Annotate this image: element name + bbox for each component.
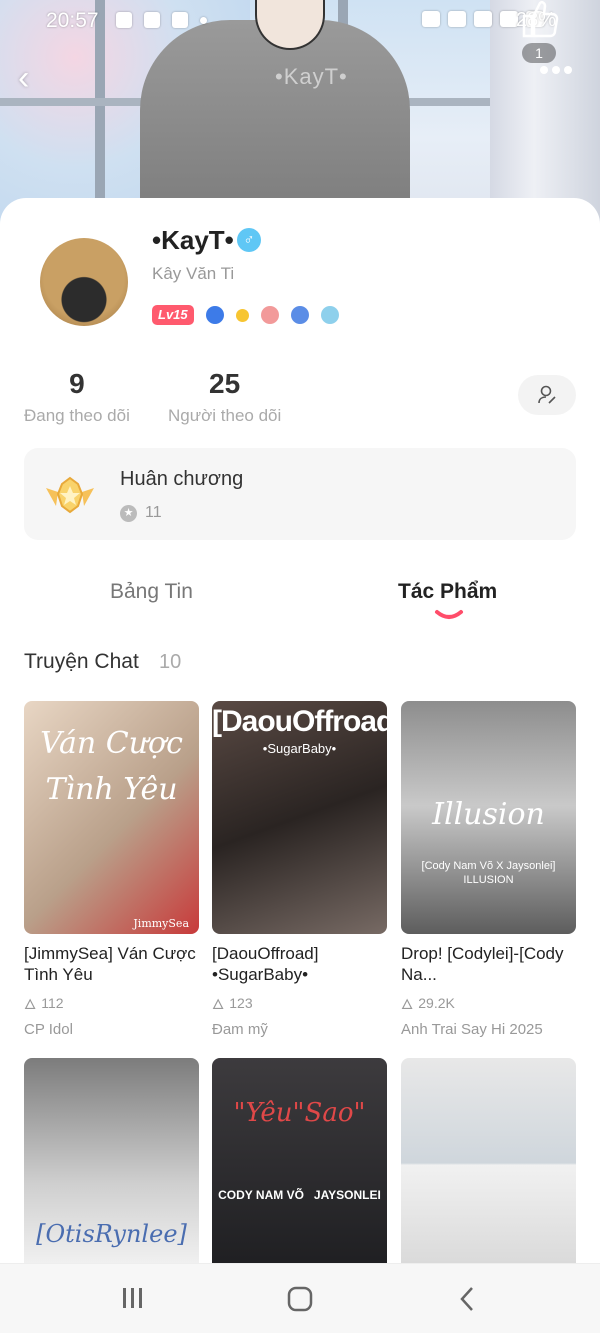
medals-title: Huân chương <box>120 468 244 490</box>
profile-card: •KayT• ♂ Kây Văn Ti Lv15 9 Đang theo dõi… <box>0 198 600 1268</box>
star-icon: ★ <box>120 504 137 522</box>
flame-icon: 🜂 <box>24 996 37 1012</box>
story-title: [DaouOffroad] •SugarBaby• <box>212 944 319 984</box>
story-views: 🜂 29.2K <box>401 988 576 1017</box>
section-title: Truyện Chat <box>24 650 139 673</box>
gallery-icon <box>144 12 160 28</box>
story-cover: Illusion [Cody Nam Võ X Jaysonlei] ILLUS… <box>401 701 576 934</box>
medal-icon <box>46 476 94 514</box>
profile-real-name: Kây Văn Ti <box>152 264 235 283</box>
key-icon <box>422 11 440 27</box>
back-button[interactable]: ‹ <box>18 60 48 96</box>
story-cover <box>401 1058 576 1268</box>
story-cover-subtitle: [Cody Nam Võ X Jaysonlei] ILLUSION <box>421 860 556 886</box>
avatar[interactable] <box>40 238 128 326</box>
followers-count: 25 <box>209 368 241 399</box>
story-cover-subtitle: JimmySea <box>133 917 189 930</box>
profile-nickname: •KayT• <box>152 225 234 255</box>
story-title: [JimmySea] Ván Cược Tình Yêu <box>24 944 196 984</box>
shield-badge-icon <box>290 306 309 324</box>
app-icon <box>172 12 188 28</box>
following-count: 9 <box>69 368 85 399</box>
story-card[interactable]: Illusion [Cody Nam Võ X Jaysonlei] ILLUS… <box>401 701 576 1038</box>
story-cover: "Yêu"Sao" CODY NAM VÕ JAYSONLEI <box>212 1058 387 1268</box>
story-category: Đam mỹ <box>212 1021 268 1038</box>
story-card[interactable]: [DaouOffroad] •SugarBaby• [DaouOffroad] … <box>212 701 387 1038</box>
dot-icon <box>552 66 560 74</box>
more-notifications-icon <box>200 17 207 24</box>
wifi-icon <box>474 11 492 27</box>
following-stat[interactable]: 9 Đang theo dõi <box>24 368 130 426</box>
section-count: 10 <box>159 651 182 673</box>
notification-icons <box>116 12 207 28</box>
badge-row[interactable]: Lv15 <box>152 305 339 325</box>
user-edit-icon <box>538 385 556 404</box>
alarm-icon <box>448 11 466 27</box>
status-bar: 20:57 28% <box>0 0 600 44</box>
story-cover: Ván Cược Tình Yêu JimmySea <box>24 701 199 934</box>
story-views: 🜂 112 <box>24 988 199 1017</box>
followers-stat[interactable]: 25 Người theo dõi <box>168 368 281 426</box>
recent-apps-button[interactable] <box>120 1286 146 1310</box>
flame-icon: 🜂 <box>401 996 414 1012</box>
male-gender-icon: ♂ <box>237 228 261 252</box>
story-view-count: 123 <box>229 994 253 1011</box>
story-card[interactable]: Ván Cược Tình Yêu JimmySea [JimmySea] Vá… <box>24 701 199 1038</box>
followers-label: Người theo dõi <box>168 406 282 425</box>
crystal-badge-icon <box>320 306 339 324</box>
story-views: 🜂 123 <box>212 988 387 1017</box>
story-cover-subtitle: •SugarBaby• <box>262 741 337 756</box>
edit-profile-button[interactable] <box>518 375 576 415</box>
story-category: Anh Trai Say Hi 2025 <box>401 1021 543 1038</box>
dot-icon <box>540 66 548 74</box>
like-button[interactable] <box>518 0 560 38</box>
thumbs-up-icon <box>522 0 559 38</box>
story-cover: [OtisRynlee] <box>24 1058 199 1268</box>
story-view-count: 29.2K <box>418 994 455 1011</box>
story-cover-title: Ván Cược Tình Yêu <box>40 726 183 807</box>
medals-panel[interactable]: Huân chương ★ 11 <box>24 448 576 540</box>
story-card[interactable] <box>401 1058 576 1268</box>
active-tab-indicator <box>435 610 463 619</box>
shop-icon <box>116 12 132 28</box>
like-count: 1 <box>522 43 556 63</box>
story-card[interactable]: [OtisRynlee] <box>24 1058 199 1268</box>
home-button[interactable] <box>287 1286 313 1312</box>
gold-coin-badge-icon <box>235 308 249 322</box>
story-cover-title: Illusion <box>432 797 545 832</box>
following-label: Đang theo dõi <box>24 406 130 425</box>
story-cover-title: [OtisRynlee] <box>36 1220 187 1248</box>
blue-drop-badge-icon <box>205 306 224 324</box>
story-card[interactable]: "Yêu"Sao" CODY NAM VÕ JAYSONLEI <box>212 1058 387 1268</box>
tab-works[interactable]: Tác Phẩm <box>398 580 497 604</box>
story-cover-title: "Yêu"Sao" <box>233 1098 366 1128</box>
story-category: CP Idol <box>24 1021 73 1038</box>
system-nav-bar <box>0 1263 600 1333</box>
more-options-button[interactable] <box>540 66 574 80</box>
level-badge: Lv15 <box>152 305 194 325</box>
cover-shirt-text: •KayT• <box>275 64 348 89</box>
story-view-count: 112 <box>41 994 64 1011</box>
story-cover-title: [DaouOffroad] <box>212 705 387 738</box>
chevron-left-icon: ‹ <box>18 59 30 97</box>
story-cover-subtitle: CODY NAM VÕ JAYSONLEI <box>218 1188 381 1202</box>
back-nav-button[interactable] <box>458 1286 476 1312</box>
flame-icon: 🜂 <box>212 996 225 1012</box>
story-title: Drop! [Codylei]-[Cody Na... <box>401 944 564 984</box>
wing-badge-icon <box>260 306 279 324</box>
tab-feed[interactable]: Bảng Tin <box>110 580 193 604</box>
medals-count: 11 <box>145 504 162 521</box>
status-time: 20:57 <box>46 9 99 32</box>
medals-count-row: ★ 11 <box>120 504 162 522</box>
story-cover: [DaouOffroad] •SugarBaby• <box>212 701 387 934</box>
dot-icon <box>564 66 572 74</box>
